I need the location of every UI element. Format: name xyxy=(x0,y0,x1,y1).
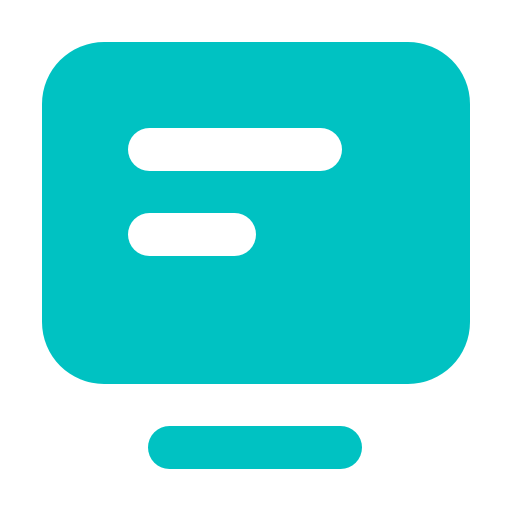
monitor-screen xyxy=(42,42,470,384)
monitor-stand xyxy=(148,426,362,469)
screen-text-line-1 xyxy=(128,128,342,171)
icon-canvas xyxy=(0,0,512,512)
monitor-text-icon xyxy=(42,42,470,469)
screen-text-line-2 xyxy=(128,213,256,256)
